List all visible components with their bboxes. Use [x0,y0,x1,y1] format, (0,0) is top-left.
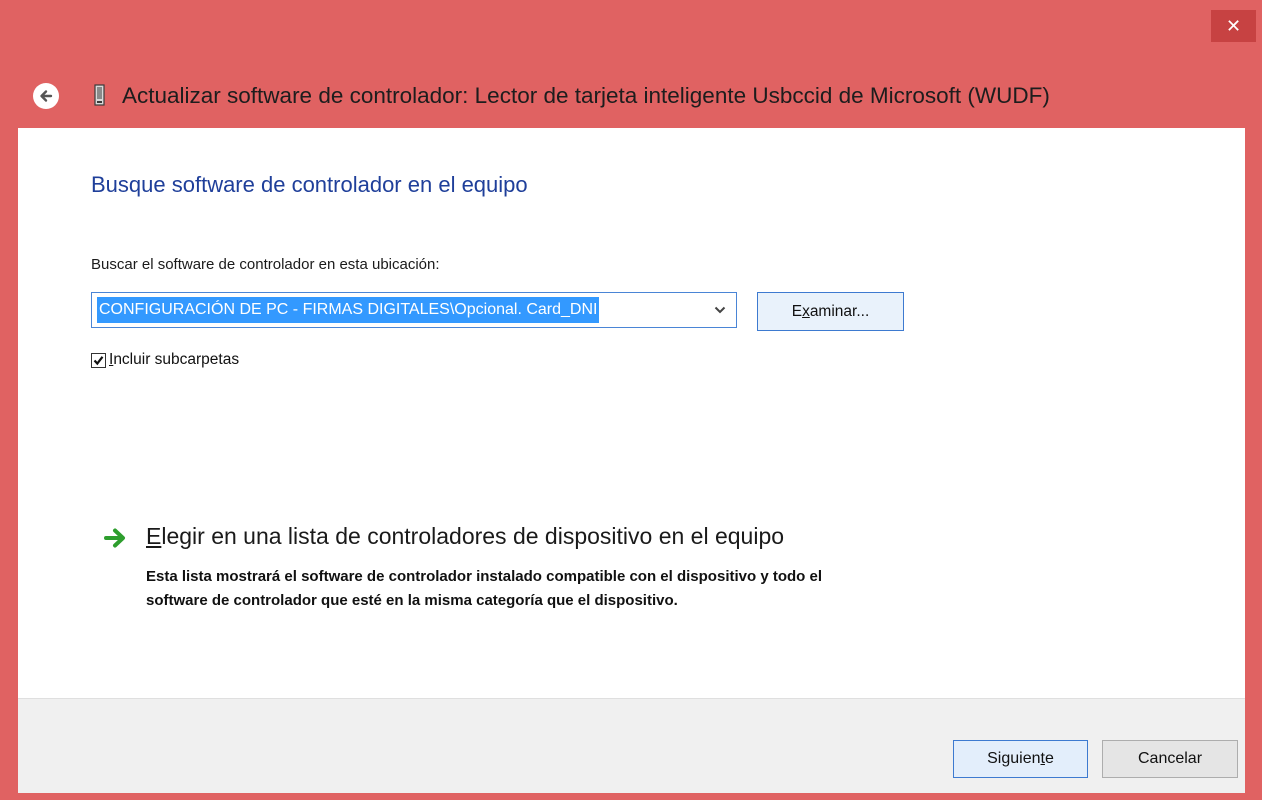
pick-from-list-description: Esta lista mostrará el software de contr… [146,568,822,609]
cancel-button[interactable]: Cancelar [1102,740,1238,778]
location-label: Buscar el software de controlador en est… [91,256,440,273]
browse-button[interactable]: Examinar... [757,292,904,331]
window-title: Actualizar software de controlador: Lect… [122,83,1050,108]
location-combobox[interactable]: CONFIGURACIÓN DE PC - FIRMAS DIGITALES\O… [91,292,737,328]
green-arrow-icon [104,528,125,548]
chevron-down-icon [714,306,726,314]
close-icon: ✕ [1225,15,1242,36]
close-button[interactable]: ✕ [1211,10,1256,42]
include-subfolders-checkbox[interactable] [91,352,106,368]
checkmark-icon [93,355,104,365]
back-button[interactable] [33,83,59,109]
next-label: Siguiente [987,750,1054,767]
dropdown-button[interactable] [712,302,728,318]
page-heading: Busque software de controlador en el equ… [91,172,528,197]
back-arrow-icon [40,90,53,102]
location-input[interactable]: CONFIGURACIÓN DE PC - FIRMAS DIGITALES\O… [97,297,600,323]
browse-label: Examinar... [791,302,870,320]
pick-from-list-link[interactable]: Elegir en una lista de controladores de … [146,523,784,550]
include-subfolders-label: Incluir subcarpetas [109,351,240,368]
smart-card-reader-icon [94,84,105,106]
include-subfolders-row: Incluir subcarpetas [91,350,239,370]
next-button[interactable]: Siguiente [953,740,1088,778]
